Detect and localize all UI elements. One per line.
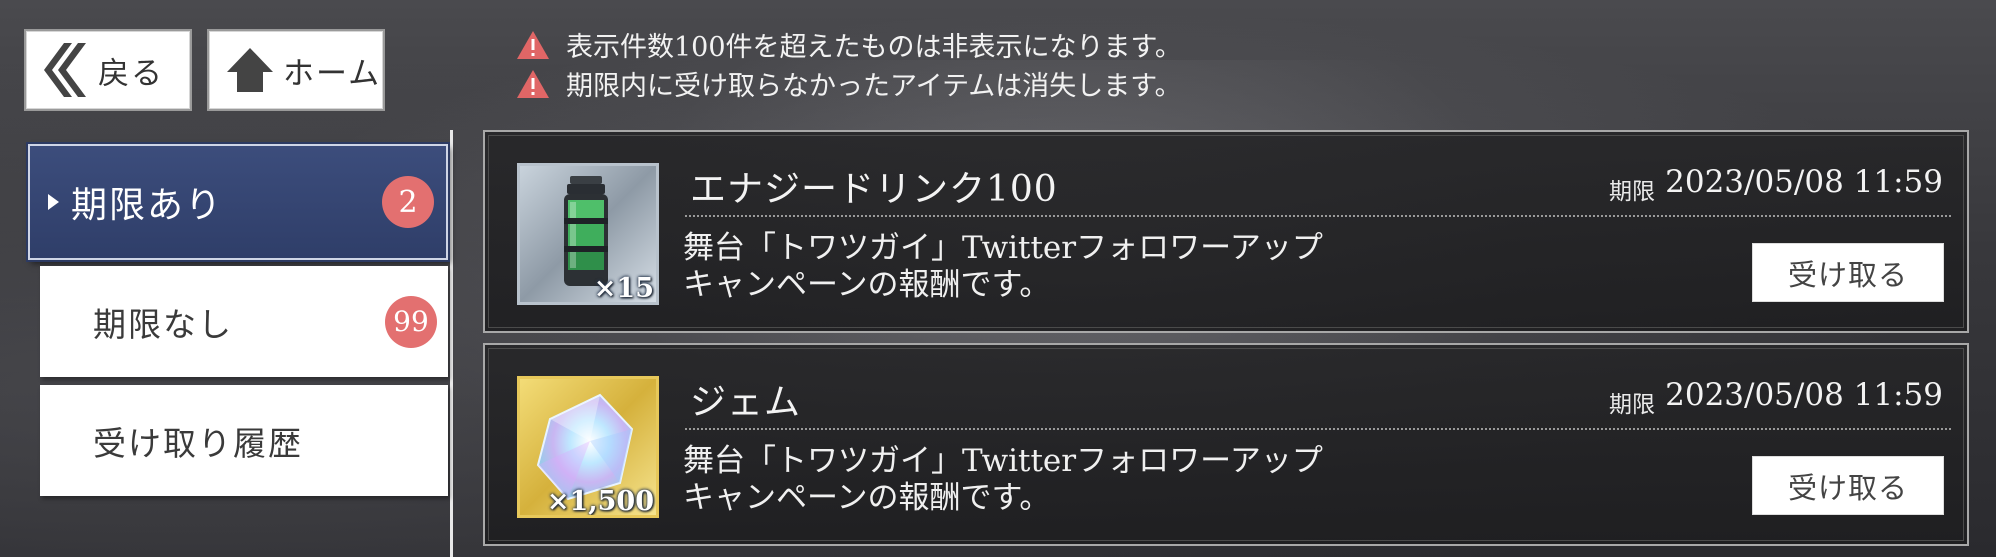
tab-label: 受け取り履歴 [93,423,303,463]
notice-display-limit: 表示件数100件を超えたものは非表示になります。 [516,25,1182,64]
warning-icon [517,69,549,98]
item-description: 舞台「トワツガイ」Twitterフォロワーアップ キャンペーンの報酬です。 [683,443,1323,517]
tab-label: 期限なし [93,304,233,344]
item-name: ジェム [690,382,802,423]
home-label: ホーム [283,55,382,91]
item-name: エナジードリンク100 [690,169,1058,210]
count-badge: 99 [385,295,437,348]
list-item: ×1,500 ジェム 期限 2023/05/08 11:59 舞台「トワツガイ」… [483,343,1969,546]
dotted-divider [685,428,1951,430]
back-button[interactable]: 戻る [24,29,192,111]
tab-history[interactable]: 受け取り履歴 [40,385,448,496]
limit-label: 期限 [1609,392,1655,418]
chevron-left-icon [44,43,86,97]
description-line: 舞台「トワツガイ」Twitterフォロワーアップ [683,230,1323,266]
limit-date: 2023/05/08 11:59 [1665,377,1943,413]
caret-right-icon [48,194,59,210]
description-line: キャンペーンの報酬です。 [683,267,1051,303]
description-line: キャンペーンの報酬です。 [683,480,1051,516]
notice-expiry: 期限内に受け取らなかったアイテムは消失します。 [516,64,1182,103]
tab-label: 期限あり [71,185,224,226]
item-thumbnail: ×15 [517,163,659,305]
claim-button[interactable]: 受け取る [1753,244,1943,301]
back-label: 戻る [98,55,164,91]
notice-text: 期限内に受け取らなかったアイテムは消失します。 [566,71,1182,102]
claim-button[interactable]: 受け取る [1753,457,1943,514]
limit-label: 期限 [1609,179,1655,205]
home-button[interactable]: ホーム [207,29,385,111]
item-quantity: ×15 [593,273,654,304]
item-quantity: ×1,500 [546,486,654,517]
item-thumbnail: ×1,500 [517,376,659,518]
warning-icon [517,30,549,59]
list-item: ×15 エナジードリンク100 期限 2023/05/08 11:59 舞台「ト… [483,130,1969,333]
home-icon [227,48,273,92]
dotted-divider [685,215,1951,217]
limit-date: 2023/05/08 11:59 [1665,164,1943,200]
item-description: 舞台「トワツガイ」Twitterフォロワーアップ キャンペーンの報酬です。 [683,230,1323,304]
description-line: 舞台「トワツガイ」Twitterフォロワーアップ [683,443,1323,479]
tab-with-limit[interactable]: 期限あり 2 [28,144,448,260]
tab-no-limit[interactable]: 期限なし 99 [40,266,448,377]
count-badge: 2 [382,176,434,228]
notice-text: 表示件数100件を超えたものは非表示になります。 [566,32,1182,63]
sidebar-divider [450,130,453,557]
present-list: ×15 エナジードリンク100 期限 2023/05/08 11:59 舞台「ト… [483,130,1969,550]
